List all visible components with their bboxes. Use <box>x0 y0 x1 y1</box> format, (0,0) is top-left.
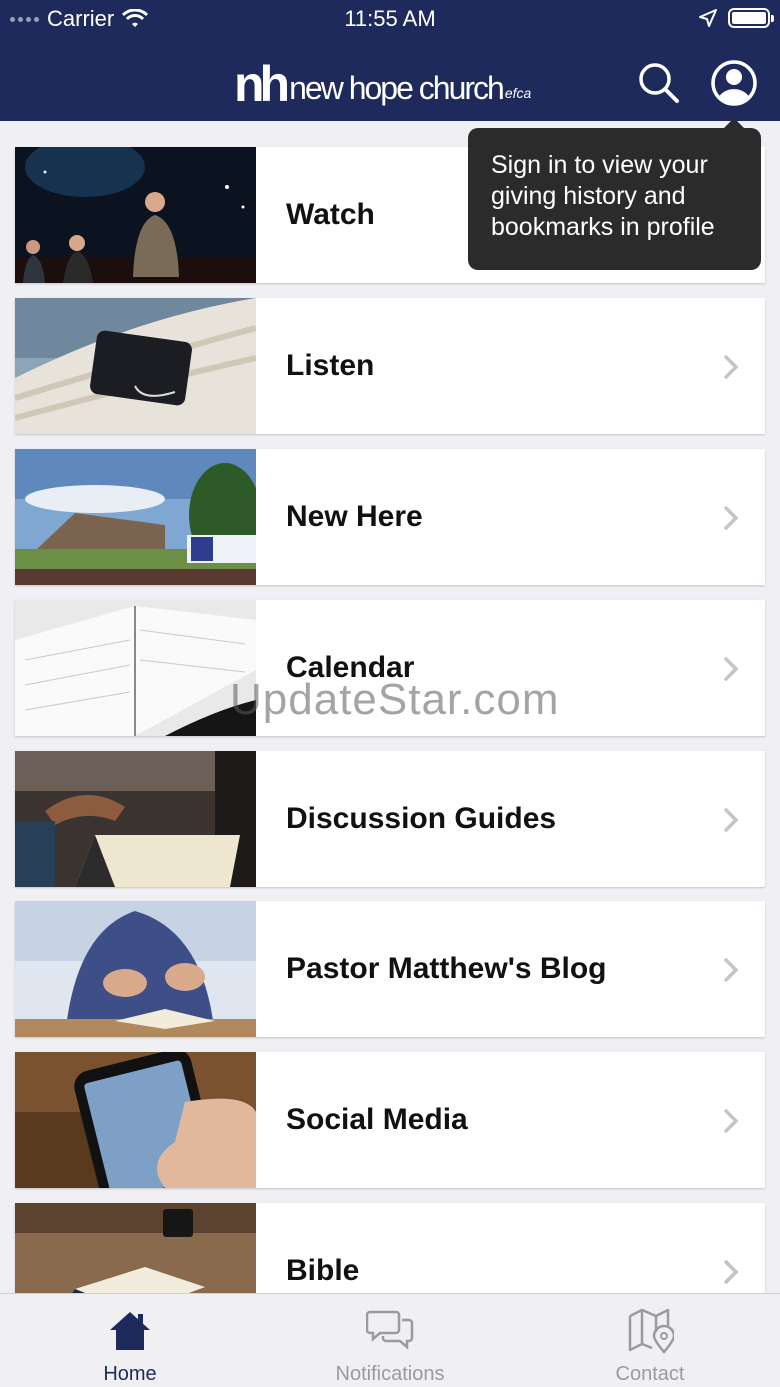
menu-item-listen[interactable]: Listen <box>15 298 765 434</box>
menu-item-label: Pastor Matthew's Blog <box>286 952 607 985</box>
new-here-thumbnail <box>15 449 256 585</box>
listen-thumbnail <box>15 298 256 434</box>
menu-item-pastor-blog[interactable]: Pastor Matthew's Blog <box>15 901 765 1037</box>
chat-bubbles-icon <box>366 1310 414 1350</box>
menu-item-label: Watch <box>286 198 375 231</box>
bible-thumbnail <box>15 1203 256 1293</box>
status-bar: Carrier 11:55 AM <box>0 0 780 40</box>
tab-notifications[interactable]: Notifications <box>260 1294 520 1387</box>
map-pin-icon <box>628 1308 674 1354</box>
menu-item-label: New Here <box>286 500 423 533</box>
search-button[interactable] <box>636 60 682 106</box>
social-media-thumbnail <box>15 1052 256 1188</box>
chevron-right-icon <box>724 506 739 530</box>
chevron-right-icon <box>724 808 739 832</box>
battery-icon <box>728 8 774 28</box>
pastor-blog-thumbnail <box>15 901 256 1037</box>
chevron-right-icon <box>724 657 739 681</box>
menu-item-calendar[interactable]: Calendar <box>15 600 765 736</box>
menu-item-label: Calendar <box>286 651 415 684</box>
tooltip-text: Sign in to view your giving history and … <box>491 151 715 241</box>
sign-in-tooltip: Sign in to view your giving history and … <box>468 118 761 270</box>
app-header: Carrier 11:55 AM nh new hope church efca <box>0 0 780 121</box>
chevron-right-icon <box>724 958 739 982</box>
tab-bar: Home Notifications Contact <box>0 1293 780 1387</box>
logo-name: new hope church <box>289 70 505 106</box>
menu-item-label: Discussion Guides <box>286 802 557 835</box>
calendar-thumbnail <box>15 600 256 736</box>
home-icon <box>110 1312 150 1350</box>
chevron-right-icon <box>724 355 739 379</box>
menu-list[interactable]: Watch Listen New Here Calendar Discussio… <box>0 121 780 1293</box>
search-icon <box>639 63 679 103</box>
discussion-guides-thumbnail <box>15 751 256 887</box>
tab-label: Home <box>103 1363 157 1385</box>
watch-thumbnail <box>15 147 256 283</box>
menu-item-label: Bible <box>286 1254 360 1287</box>
profile-button[interactable] <box>711 60 757 106</box>
chevron-right-icon <box>724 1260 739 1284</box>
church-logo: nh new hope church efca <box>234 52 532 112</box>
location-arrow-icon <box>699 9 717 27</box>
menu-item-new-here[interactable]: New Here <box>15 449 765 585</box>
chevron-right-icon <box>724 1109 739 1133</box>
menu-item-social-media[interactable]: Social Media <box>15 1052 765 1188</box>
profile-icon <box>711 60 757 106</box>
menu-item-discussion-guides[interactable]: Discussion Guides <box>15 751 765 887</box>
logo-suffix: efca <box>504 85 532 101</box>
menu-item-bible[interactable]: Bible <box>15 1203 765 1293</box>
tab-contact[interactable]: Contact <box>520 1294 780 1387</box>
tab-home[interactable]: Home <box>0 1294 260 1387</box>
status-time: 11:55 AM <box>344 6 436 31</box>
status-right <box>698 8 774 28</box>
menu-item-label: Social Media <box>286 1103 468 1136</box>
tab-label: Contact <box>615 1363 685 1385</box>
tab-label: Notifications <box>335 1363 445 1385</box>
logo-mark: nh <box>234 56 290 112</box>
menu-item-label: Listen <box>286 349 375 382</box>
